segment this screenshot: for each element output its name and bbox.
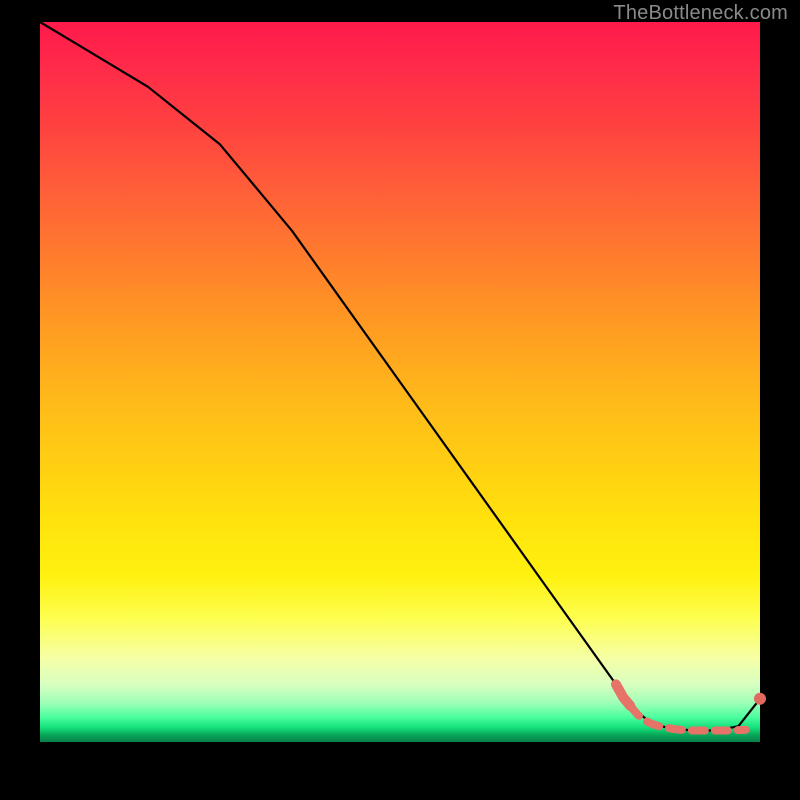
series-layer: [40, 22, 766, 730]
main-curve-line: [40, 22, 760, 730]
chart-frame: TheBottleneck.com: [0, 0, 800, 800]
recommendation-band-dashed: [630, 706, 745, 730]
end-dot: [754, 693, 766, 705]
chart-overlay: [40, 22, 760, 742]
